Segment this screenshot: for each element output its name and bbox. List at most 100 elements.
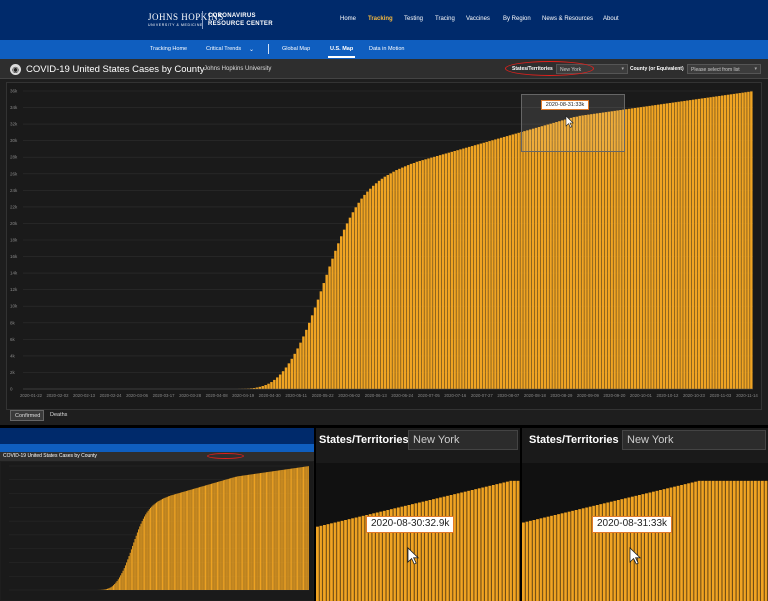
subnav-data-in-motion[interactable]: Data in Motion [369,46,404,52]
nav-tracking[interactable]: Tracking [368,16,393,22]
bar [613,110,616,389]
chevron-down-icon[interactable]: ⌄ [249,46,254,53]
mini-bar [144,516,146,590]
site-header: JOHNS HOPKINS UNIVERSITY & MEDICINE CORO… [0,0,768,40]
bar [593,113,596,389]
bar [674,102,677,390]
bar [645,106,648,389]
mini-bar [295,467,297,590]
mini-bar [129,552,131,590]
mini-bar [221,480,223,590]
bar [671,102,675,389]
x-tick-label: 2020-07-27 [471,393,494,398]
bar [744,92,747,389]
mini-bar [203,485,205,590]
nav-about[interactable]: About [603,16,619,22]
mini-bar [176,493,178,590]
mini-screenshot: COVID-19 United States Cases by County [0,428,314,601]
bar [395,170,398,389]
bar [334,250,337,389]
bar [598,112,602,390]
x-tick-label: 2020-04-30 [259,393,282,398]
tab-confirmed[interactable]: Confirmed [10,410,44,421]
bar [473,145,477,389]
center-name[interactable]: CORONAVIRUS RESOURCE CENTER [208,12,273,28]
mini-bar [202,486,204,590]
subnav-global-map[interactable]: Global Map [282,46,310,52]
bar [529,129,532,389]
bar [401,167,404,389]
x-tick-label: 2020-02-02 [47,393,70,398]
bar-tooltip: 2020-08-31:33k [541,100,589,110]
subnav-us-map[interactable]: U.S. Map [327,46,356,58]
mini-bar [270,471,272,590]
bar [444,153,448,389]
mini-bar [252,474,254,590]
mini-bar [244,475,246,590]
bar [517,132,520,389]
mini-bar [147,510,149,590]
mini-bar [130,549,132,590]
x-tick-label: 2020-07-05 [418,393,441,398]
x-tick-label: 2020-08-07 [497,393,520,398]
bar [511,134,515,389]
nav-by-region[interactable]: By Region [503,16,531,22]
crop-right-state-value: New York [622,430,766,450]
mini-bar [110,587,112,590]
county-select-label: County (or Equivalent) [630,66,684,72]
crop-right-state-label: States/Territories [529,434,619,446]
bar [377,180,381,389]
mini-bar [108,588,110,590]
x-tick-label: 2020-04-19 [232,393,255,398]
county-select[interactable]: Please select from list ▾ [687,64,761,74]
nav-home[interactable]: Home [340,16,356,22]
bar [639,107,643,389]
mini-bar [212,483,214,590]
bar [677,101,680,389]
bar [383,176,387,389]
bar [691,99,695,390]
mini-bar [293,468,295,590]
mini-bar [104,589,106,590]
bar [305,329,308,389]
mini-bar [124,565,126,590]
mini-bar [230,478,232,590]
mini-bar [304,466,306,590]
mini-bar [156,502,158,590]
mini-bar [185,490,187,590]
mini-bar [285,469,287,590]
logo-divider [202,11,203,29]
mini-bar [111,586,113,590]
mini-bar [271,471,273,590]
mini-bar [297,467,299,590]
bar [438,155,442,389]
mini-bar [139,526,141,590]
bar [331,258,334,389]
bar [276,377,279,389]
nav-testing[interactable]: Testing [404,16,423,22]
nav-vaccines[interactable]: Vaccines [466,16,490,22]
bar [715,96,718,389]
bar [706,97,709,389]
bar [587,114,590,389]
bar [403,166,407,389]
bar [325,274,328,389]
x-tick-label: 2020-07-16 [444,393,467,398]
bar [372,185,375,389]
nav-news-resources[interactable]: News & Resources [542,16,593,22]
bar [499,137,503,389]
bar [427,158,430,389]
tab-deaths[interactable]: Deaths [46,410,74,421]
subnav-critical-trends[interactable]: Critical Trends [206,46,241,52]
county-select-placeholder: Please select from list [691,67,740,73]
mini-bar [158,500,160,590]
cases-bar-chart[interactable]: 0 2k 4k 6k 8k 10k 12k 14k 16k 18k 20k 22k 24k 26k 28k 3… [7,83,763,411]
zoom-crop-right: States/Territories New York 2020-08-31:3… [522,428,768,601]
nav-tracing[interactable]: Tracing [435,16,455,22]
mini-bar [183,491,185,590]
subnav-tracking-home[interactable]: Tracking Home [150,46,187,52]
mini-bar [194,488,196,590]
bar [709,97,712,389]
bar [328,266,331,389]
bar [467,146,471,389]
